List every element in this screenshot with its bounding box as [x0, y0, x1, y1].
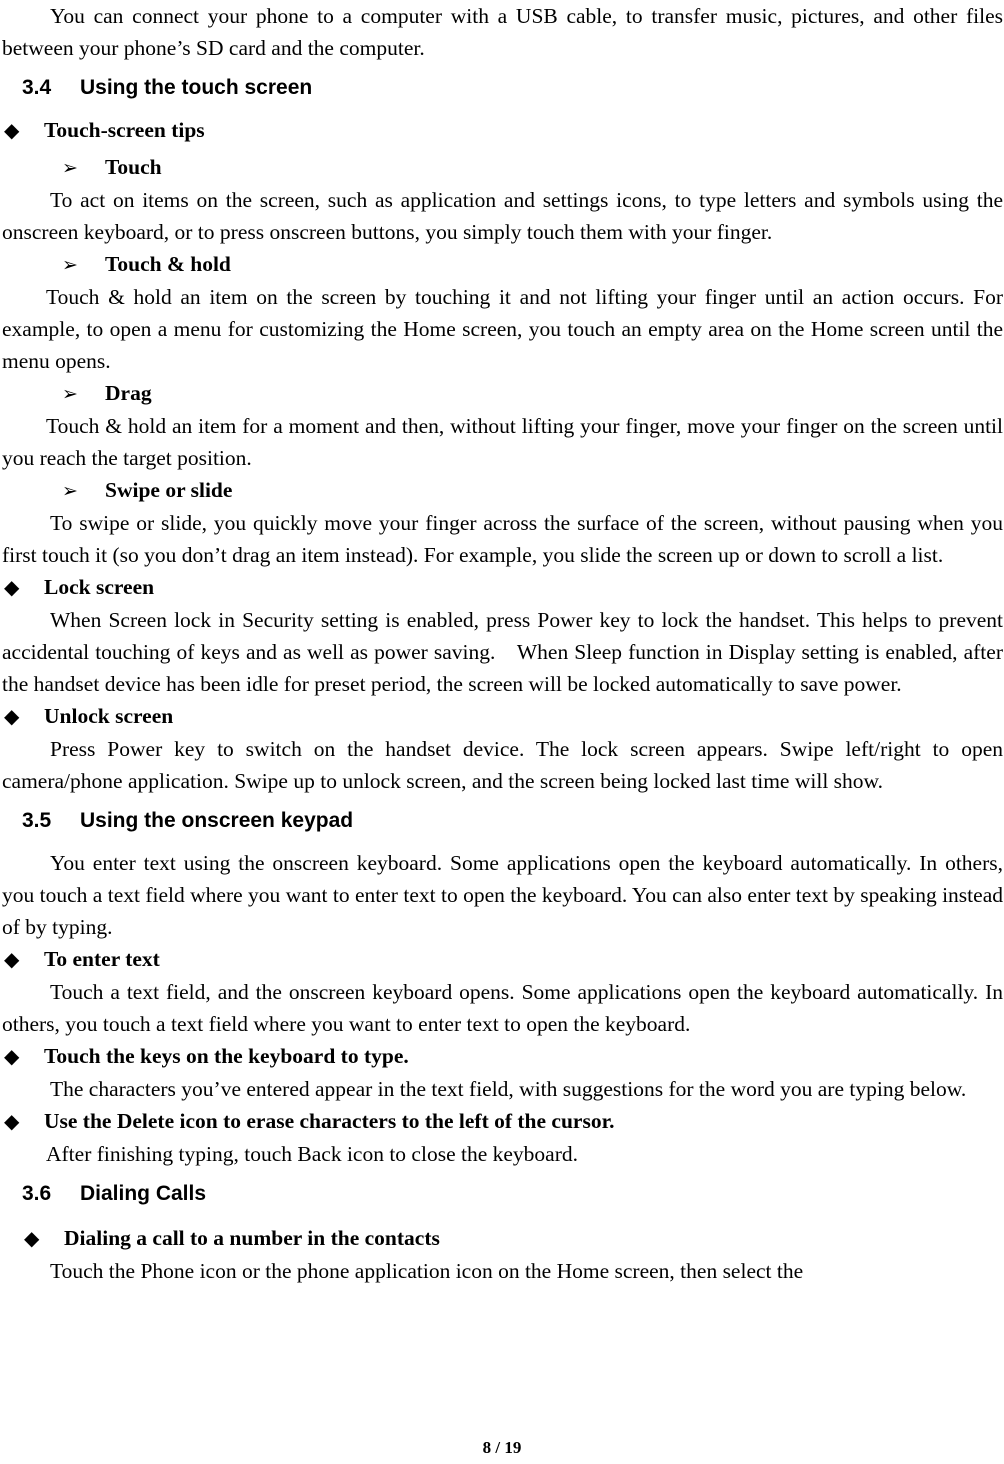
section-number: 3.6 [22, 1182, 52, 1205]
diamond-heading-label: Use the Delete icon to erase characters … [44, 1109, 615, 1133]
diamond-bullet-icon: ◆ [4, 577, 20, 599]
paragraph-lock-screen-description: When Screen lock in Security setting is … [2, 608, 1003, 696]
section-title: Using the onscreen keypad [80, 809, 354, 832]
diamond-bullet-icon: ◆ [4, 1046, 20, 1068]
diamond-heading-label: Touch the keys on the keyboard to type. [44, 1044, 409, 1068]
page-content: You can connect your phone to a computer… [2, 0, 1003, 1287]
arrow-heading-touch: ➢ Touch [2, 151, 1003, 184]
page-footer: 8 / 19 [482, 1438, 522, 1457]
arrow-heading-label: Touch & hold [105, 252, 231, 276]
diamond-heading-to-enter-text: ◆ To enter text [2, 943, 1003, 976]
arrow-heading-label: Touch [105, 155, 162, 179]
arrow-heading-touch-and-hold: ➢ Touch & hold [2, 248, 1003, 281]
arrow-heading-swipe-or-slide: ➢ Swipe or slide [2, 474, 1003, 507]
section-number: 3.4 [22, 76, 52, 99]
diamond-heading-label: Touch-screen tips [44, 118, 205, 142]
arrow-heading-label: Drag [105, 381, 152, 405]
paragraph-usb-connect: You can connect your phone to a computer… [2, 4, 1003, 60]
diamond-heading-unlock-screen: ◆ Unlock screen [2, 700, 1003, 733]
diamond-heading-label: To enter text [44, 947, 160, 971]
diamond-heading-label: Lock screen [44, 575, 155, 599]
paragraph-drag-description: Touch & hold an item for a moment and th… [2, 414, 1003, 470]
arrow-bullet-icon: ➢ [62, 157, 78, 179]
diamond-heading-label: Dialing a call to a number in the contac… [64, 1226, 440, 1250]
diamond-heading-delete-icon: ◆ Use the Delete icon to erase characters… [2, 1105, 1003, 1138]
section-heading-3-4: 3.4 Using the touch screen [2, 72, 1003, 104]
section-number: 3.5 [22, 809, 52, 832]
section-heading-3-5: 3.5 Using the onscreen keypad [2, 805, 1003, 837]
paragraph-after-finishing-typing: After finishing typing, touch Back icon … [46, 1142, 578, 1166]
diamond-heading-touch-the-keys: ◆ Touch the keys on the keyboard to type. [2, 1040, 1003, 1073]
paragraph-dialing-a-call-description: Touch the Phone icon or the phone applic… [50, 1259, 804, 1283]
paragraph-unlock-screen-description: Press Power key to switch on the handset… [2, 737, 1003, 793]
diamond-bullet-icon: ◆ [24, 1228, 40, 1250]
arrow-bullet-icon: ➢ [62, 383, 78, 405]
arrow-bullet-icon: ➢ [62, 480, 78, 502]
arrow-heading-drag: ➢ Drag [2, 377, 1003, 410]
paragraph-touch-and-hold-description: Touch & hold an item on the screen by to… [2, 285, 1003, 373]
diamond-bullet-icon: ◆ [4, 1111, 20, 1133]
section-title: Using the touch screen [80, 76, 313, 99]
diamond-heading-dialing-a-call: ◆ Dialing a call to a number in the conta… [2, 1222, 1003, 1255]
paragraph-onscreen-keypad-intro: You enter text using the onscreen keyboa… [2, 851, 1003, 939]
paragraph-swipe-description: To swipe or slide, you quickly move your… [2, 511, 1003, 567]
paragraph-to-enter-text-description: Touch a text field, and the onscreen key… [2, 980, 1003, 1036]
document-page: You can connect your phone to a computer… [0, 0, 1004, 1464]
diamond-heading-touch-screen-tips: ◆ Touch-screen tips [2, 114, 1003, 147]
diamond-bullet-icon: ◆ [4, 120, 20, 142]
diamond-heading-label: Unlock screen [44, 704, 174, 728]
diamond-heading-lock-screen: ◆ Lock screen [2, 571, 1003, 604]
paragraph-touch-the-keys-description: The characters you’ve entered appear in … [50, 1077, 967, 1101]
section-heading-3-6: 3.6 Dialing Calls [2, 1178, 1003, 1210]
section-title: Dialing Calls [80, 1182, 207, 1205]
paragraph-touch-description: To act on items on the screen, such as a… [2, 188, 1003, 244]
arrow-bullet-icon: ➢ [62, 254, 78, 276]
diamond-bullet-icon: ◆ [4, 706, 20, 728]
diamond-bullet-icon: ◆ [4, 949, 20, 971]
arrow-heading-label: Swipe or slide [105, 478, 233, 502]
